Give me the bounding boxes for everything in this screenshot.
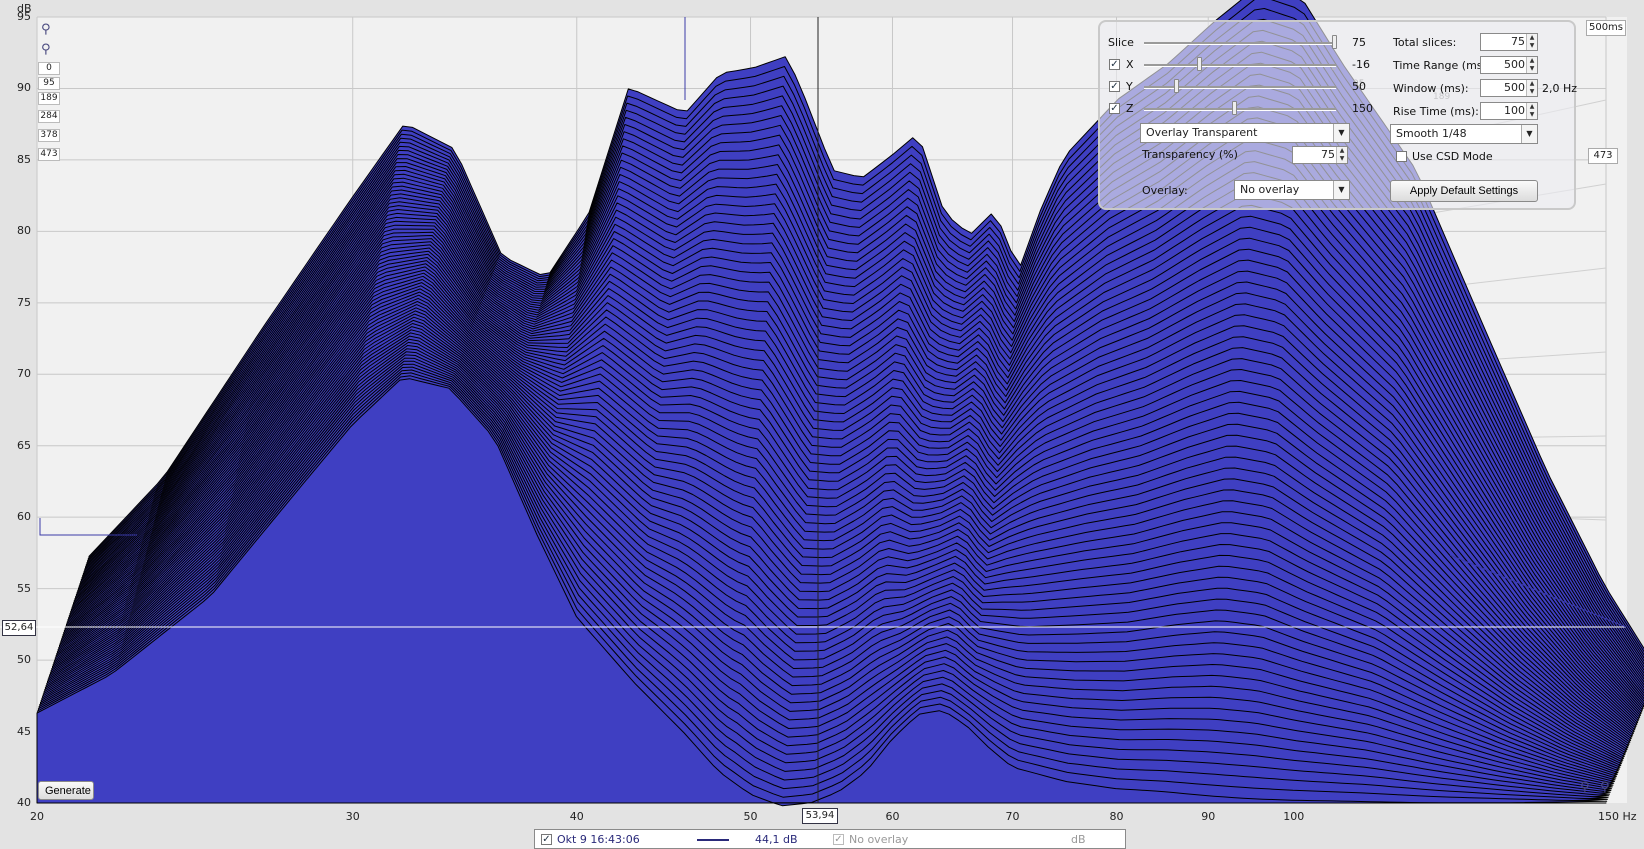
rise-time-spinner[interactable]: 100 ▲ ▼	[1480, 102, 1538, 120]
zoom-box-5[interactable]: 473	[38, 148, 60, 161]
apply-default-settings-button[interactable]: Apply Default Settings	[1390, 180, 1538, 202]
spinner-arrows-icon[interactable]: ▲ ▼	[1526, 80, 1537, 96]
z-label: Z	[1126, 102, 1134, 115]
overlay-label: Overlay:	[1142, 184, 1188, 197]
x-tick-label: 40	[569, 810, 584, 823]
right-time-marker: 473	[1588, 148, 1618, 164]
y-tick-label: 95	[17, 10, 31, 23]
zoom-out-icon[interactable]: ⚲	[1600, 780, 1610, 795]
csd-mode-label: Use CSD Mode	[1412, 150, 1493, 163]
x-tick-label: 60	[885, 810, 900, 823]
legend-bar: ✓ Okt 9 16:43:06 44,1 dB ✓ No overlay dB	[534, 829, 1126, 849]
spinner-arrows-icon[interactable]: ▲ ▼	[1336, 147, 1347, 163]
total-slices-label: Total slices:	[1393, 36, 1457, 49]
generate-button[interactable]: Generate	[38, 781, 94, 800]
window-hz-readout: 2,0 Hz	[1542, 82, 1578, 95]
transparency-value: 75	[1321, 148, 1335, 161]
time-axis-label: 500ms	[1586, 20, 1626, 36]
z-slider-track[interactable]	[1144, 108, 1336, 111]
chevron-down-icon: ▼	[1333, 124, 1349, 142]
z-slider-thumb[interactable]	[1232, 101, 1238, 115]
y-slider-track[interactable]	[1144, 86, 1336, 89]
x-slider-thumb[interactable]	[1196, 57, 1202, 71]
zoom-box-0[interactable]: 0	[38, 62, 60, 75]
y-tick-label: 45	[17, 724, 31, 738]
smoothing-select[interactable]: Smooth 1/48 ▼	[1390, 124, 1538, 144]
total-slices-value: 75	[1511, 35, 1525, 48]
x-tick-label: 100	[1283, 810, 1305, 823]
y-tick-label: 50	[17, 653, 31, 667]
y-tick-label: 75	[17, 295, 31, 309]
x-tick-label: 70	[1005, 810, 1020, 823]
y-checkbox[interactable]: ✓	[1109, 81, 1120, 92]
y-tick-label: 90	[17, 81, 31, 95]
x-label: X	[1126, 58, 1134, 71]
rise-time-value: 100	[1504, 104, 1525, 117]
y-value: 50	[1352, 80, 1366, 93]
x-tick-label: 20	[30, 810, 44, 823]
x-tick-label: 50	[743, 810, 758, 823]
time-range-value: 500	[1504, 58, 1525, 71]
x-tick-label: 90	[1201, 810, 1216, 823]
chevron-down-icon: ▼	[1333, 181, 1349, 199]
z-value: 150	[1352, 102, 1373, 115]
spinner-arrows-icon[interactable]: ▲ ▼	[1526, 103, 1537, 119]
window-spinner[interactable]: 500 ▲ ▼	[1480, 79, 1538, 97]
csd-mode-checkbox[interactable]	[1396, 151, 1407, 162]
slice-slider-thumb[interactable]	[1332, 35, 1337, 49]
rise-time-label: Rise Time (ms):	[1393, 105, 1479, 118]
zoom-box-4[interactable]: 378	[38, 129, 60, 142]
spinner-arrows-icon[interactable]: ▲ ▼	[1526, 34, 1537, 50]
time-range-label: Time Range (ms):	[1393, 59, 1491, 72]
window-value: 500	[1504, 81, 1525, 94]
measurement-checkbox[interactable]: ✓	[541, 834, 552, 845]
transparency-label: Transparency (%)	[1142, 148, 1238, 161]
y-cursor-readout: 52,64	[2, 620, 36, 636]
measurement-name: Okt 9 16:43:06	[557, 833, 640, 846]
overlay-unit: dB	[1071, 833, 1086, 846]
overlay-mode-select[interactable]: Overlay Transparent ▼	[1140, 123, 1350, 143]
total-slices-spinner[interactable]: 75 ▲ ▼	[1480, 33, 1538, 51]
y-tick-label: 55	[17, 581, 31, 595]
waterfall-settings-panel: Slice 75 ✓ X -16 ✓ Y 50 ✓ Z 150 Overlay …	[1098, 20, 1578, 210]
zoom-box-2[interactable]: 189	[38, 92, 60, 105]
y-tick-label: 40	[17, 796, 31, 809]
transparency-spinner[interactable]: 75 ▲ ▼	[1292, 146, 1348, 164]
z-checkbox[interactable]: ✓	[1109, 103, 1120, 114]
zoom-box-3[interactable]: 284	[38, 110, 60, 123]
x-checkbox[interactable]: ✓	[1109, 59, 1120, 70]
x-tick-label: 30	[345, 810, 360, 823]
overlay-value: No overlay	[1240, 183, 1300, 196]
overlay-select[interactable]: No overlay ▼	[1234, 180, 1350, 200]
x-slider-track[interactable]	[1144, 64, 1336, 67]
y-tick-label: 85	[17, 152, 31, 166]
y-label: Y	[1126, 80, 1133, 93]
window-label: Window (ms):	[1393, 82, 1469, 95]
y-tick-label: 60	[17, 510, 31, 524]
zoom-in-icon[interactable]: ⚲	[41, 22, 51, 37]
x-tick-label: 80	[1109, 810, 1124, 823]
measurement-line-swatch	[697, 839, 729, 841]
smoothing-value: Smooth 1/48	[1396, 127, 1467, 140]
y-tick-label: 80	[17, 224, 31, 238]
measurement-level: 44,1 dB	[755, 833, 798, 846]
overlay-name: No overlay	[849, 833, 909, 846]
chevron-down-icon: ▼	[1521, 125, 1537, 143]
x-tick-label: 150 Hz	[1598, 810, 1637, 823]
y-tick-label: 65	[17, 438, 31, 452]
zoom-out-icon[interactable]: ⚲	[41, 42, 51, 57]
overlay-checkbox[interactable]: ✓	[833, 834, 844, 845]
y-slider-thumb[interactable]	[1174, 79, 1180, 93]
y-tick-label: 70	[17, 367, 31, 381]
zoom-in-icon[interactable]: ⚲	[1580, 780, 1590, 795]
x-value: -16	[1352, 58, 1370, 71]
zoom-box-1[interactable]: 95	[38, 77, 60, 90]
slice-value: 75	[1352, 36, 1366, 49]
overlay-mode-value: Overlay Transparent	[1146, 126, 1258, 139]
time-range-spinner[interactable]: 500 ▲ ▼	[1480, 56, 1538, 74]
slice-slider-track[interactable]	[1144, 42, 1336, 45]
x-cursor-readout: 53,94	[802, 808, 838, 824]
spinner-arrows-icon[interactable]: ▲ ▼	[1526, 57, 1537, 73]
slice-label: Slice	[1108, 36, 1134, 49]
